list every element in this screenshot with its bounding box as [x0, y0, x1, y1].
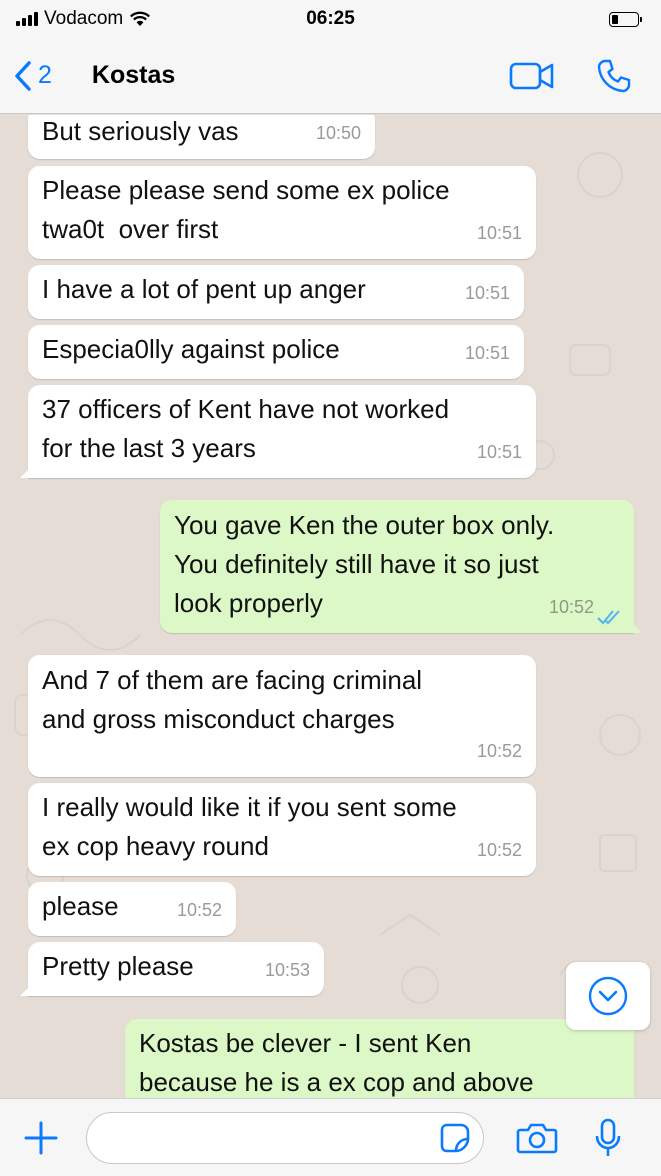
camera-icon[interactable]	[516, 1121, 558, 1155]
message-text: 37 officers of Kent have not worked for …	[42, 394, 450, 463]
message-text: And 7 of them are facing criminal and gr…	[42, 665, 423, 734]
message-time: 10:51	[464, 343, 510, 363]
message-time: 10:51	[476, 442, 522, 462]
unread-count: 2	[38, 61, 52, 89]
chat-header: 2 Kostas	[0, 38, 661, 114]
call-actions	[509, 59, 631, 93]
message-time: 10:53	[264, 960, 310, 980]
video-call-icon[interactable]	[509, 61, 555, 91]
message-text: I really would like it if you sent some …	[42, 792, 457, 861]
message-incoming[interactable]: Especia0lly against police 10:51	[28, 325, 524, 379]
message-time: 10:51	[476, 223, 522, 243]
microphone-icon[interactable]	[594, 1118, 622, 1158]
phone-icon[interactable]	[597, 59, 631, 93]
wifi-icon	[130, 11, 151, 26]
message-input-wrapper[interactable]	[86, 1111, 484, 1164]
message-list[interactable]: But seriously vas 10:50 Please please se…	[0, 115, 661, 1098]
message-incoming[interactable]: I really would like it if you sent some …	[28, 783, 536, 876]
composer-bar	[0, 1098, 661, 1176]
battery-level	[612, 14, 618, 24]
plus-icon[interactable]	[22, 1119, 60, 1157]
message-text: Please please send some ex police twa0t …	[42, 175, 450, 244]
back-button[interactable]: 2	[14, 60, 52, 92]
message-text: But seriously vas	[42, 116, 239, 146]
message-incoming[interactable]: Pretty please 10:53	[20, 942, 324, 996]
carrier-name: Vodacom	[44, 8, 124, 29]
message-incoming[interactable]: But seriously vas 10:50	[28, 115, 375, 159]
message-time: 10:51	[464, 283, 510, 303]
message-incoming[interactable]: I have a lot of pent up anger 10:51	[28, 265, 524, 319]
message-outgoing[interactable]: You gave Ken the outer box only. You def…	[160, 500, 642, 633]
message-input[interactable]	[103, 1117, 439, 1158]
message-incoming[interactable]: Please please send some ex police twa0t …	[28, 166, 536, 259]
sticker-icon[interactable]	[439, 1122, 471, 1154]
message-time: 10:52	[476, 840, 522, 860]
message-outgoing[interactable]: Kostas be clever - I sent Ken because he…	[125, 1019, 634, 1098]
message-text: Especia0lly against police	[42, 334, 340, 364]
scroll-to-bottom-button[interactable]	[566, 962, 650, 1030]
status-bar: Vodacom 06:25	[0, 0, 661, 38]
battery-icon	[609, 11, 642, 27]
message-time: 10:52	[476, 741, 522, 761]
status-left: Vodacom	[16, 8, 151, 30]
message-text: Kostas be clever - I sent Ken because he…	[139, 1028, 534, 1097]
message-incoming[interactable]: And 7 of them are facing criminal and gr…	[28, 655, 536, 777]
message-time: 10:52	[548, 597, 594, 617]
message-text: I have a lot of pent up anger	[42, 274, 366, 304]
contact-name[interactable]: Kostas	[92, 61, 175, 90]
message-time: 10:50	[315, 123, 361, 143]
chevron-down-icon	[588, 976, 628, 1016]
message-time: 10:52	[176, 900, 222, 920]
message-incoming[interactable]: please 10:52	[28, 882, 236, 936]
signal-icon	[16, 12, 38, 26]
chevron-left-icon	[15, 60, 31, 91]
message-incoming[interactable]: 37 officers of Kent have not worked for …	[20, 385, 536, 478]
read-receipt-icon	[597, 610, 620, 625]
